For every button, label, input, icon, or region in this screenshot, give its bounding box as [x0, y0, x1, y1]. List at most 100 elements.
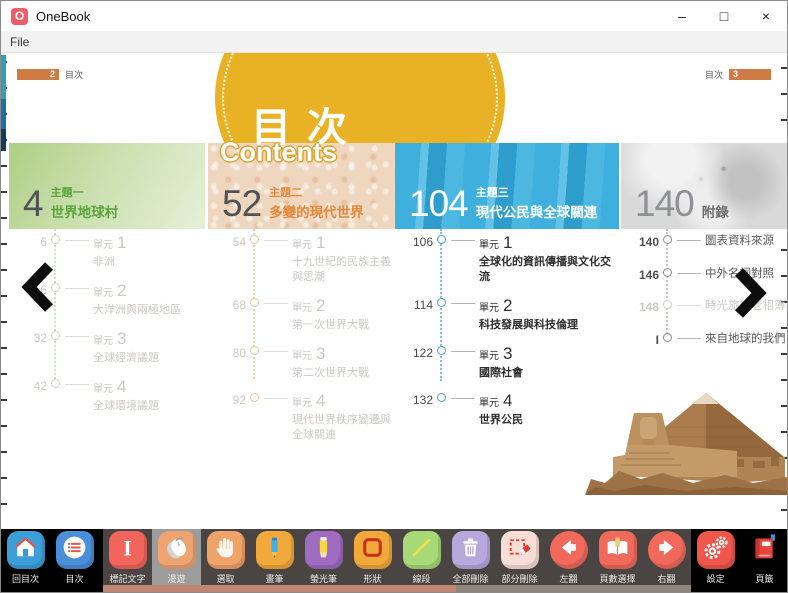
page-edge-tick — [1, 477, 7, 479]
page-edge-tick — [1, 295, 7, 297]
toc-unit-label: 單元 4 — [292, 391, 326, 411]
toc-entry-dot — [437, 297, 446, 307]
toc-entry-page: 148 — [638, 300, 659, 315]
app-logo-icon: O — [11, 7, 28, 25]
toc-entry-title: 非洲 — [93, 256, 115, 268]
toc-entry-dot — [51, 330, 60, 340]
toolbar-button-page-left[interactable]: 左翻 — [544, 529, 593, 585]
toc-section-header[interactable]: 104 主題三 現代公民與全球關連 — [395, 143, 619, 229]
toc-entry-connector — [451, 302, 475, 304]
page-edge-tick — [1, 451, 7, 453]
delete-all-icon — [456, 533, 485, 567]
toc-entry-title: 全球化的資訊傳播與文化交流 — [479, 256, 611, 283]
toc-section-header[interactable]: 140 附錄 — [621, 143, 787, 229]
toolbar-button-delete-part[interactable]: 部分刪除 — [495, 529, 544, 585]
toc-section-header[interactable]: 4 主題一 世界地球村 — [9, 143, 205, 229]
page-number-badge: 3 — [729, 69, 771, 80]
toc-unit-label: 單元 3 — [93, 328, 127, 348]
toc-unit-label: 單元 3 — [292, 343, 326, 363]
toolbar-button-home[interactable]: 回目次 — [1, 529, 50, 592]
toc-entry[interactable]: 114 單元 2 科技發展與科技倫理 — [395, 296, 619, 333]
section-page-number: 4 — [23, 183, 44, 224]
toolbar-button-label: 全部刪除 — [452, 574, 489, 584]
line-icon — [407, 533, 436, 567]
highlighter-icon — [309, 533, 338, 567]
toolbar-button-label: 選取 — [216, 574, 235, 584]
page-title-english: Contents — [220, 137, 337, 167]
page-edge-tick — [1, 347, 7, 349]
toc-entry-connector — [65, 287, 89, 289]
toc-entry-title: 第二次世界大戰 — [292, 366, 369, 379]
toc-entry[interactable]: 68 單元 2 第一次世界大戰 — [208, 296, 399, 333]
toolbar-button-toc[interactable]: 目次 — [50, 529, 99, 592]
toolbar-button-line[interactable]: 線段 — [397, 529, 446, 585]
toc-unit-label: 單元 3 — [479, 343, 513, 363]
toolbar-button-label: 頁籤 — [755, 574, 774, 584]
section-title: 世界地球村 — [50, 205, 119, 220]
toc-entry-dot — [250, 345, 259, 355]
toc-entry-title: 全球經濟議題 — [93, 351, 159, 364]
toc-entry[interactable]: 42 單元 4 全球環境議題 — [9, 377, 205, 414]
page-right-icon — [652, 533, 681, 567]
toc-entry-connector — [65, 335, 89, 337]
toc-entry-dot — [437, 235, 446, 244]
toc-entry-page: 106 — [412, 235, 433, 249]
toc-entry[interactable]: 106 單元 1 全球化的資訊傳播與文化交流 — [395, 233, 619, 285]
toolbar-button-mark-text[interactable]: I 標記文字 — [103, 529, 152, 585]
toolbar-button-highlighter[interactable]: 螢光筆 — [299, 529, 348, 585]
pen-icon — [260, 533, 289, 567]
toc-entry[interactable]: I 來自地球的我們 — [621, 331, 787, 348]
page-number-tab-left: 2 目次 — [17, 68, 83, 81]
toolbar-button-label: 回目次 — [11, 574, 39, 584]
toolbar-button-tabs[interactable]: 頁籤 — [740, 529, 787, 592]
toc-entry[interactable]: 54 單元 1 十九世紀的民族主義與思潮 — [208, 233, 399, 285]
maximize-button[interactable]: □ — [703, 1, 745, 31]
prev-page-arrow[interactable] — [21, 261, 55, 318]
toolbar-button-shape[interactable]: 形狀 — [348, 529, 397, 585]
page-edge-color-strip — [1, 99, 6, 129]
app-window: O OneBook – □ × File 2 目次 目次 3 目次 Conten… — [0, 0, 788, 593]
toolbar-button-roam[interactable]: 漫遊 — [152, 529, 201, 585]
close-button[interactable]: × — [745, 1, 787, 31]
toc-entry-title: 現代世界秩序變遷與全球關連 — [292, 414, 391, 442]
toc-entry-dot — [51, 235, 60, 244]
toc-entry[interactable]: 32 單元 3 全球經濟議題 — [9, 329, 205, 366]
toc-entry-page: 132 — [412, 393, 433, 408]
toc-entry-dot — [250, 393, 259, 403]
page-edge-tick — [781, 379, 787, 381]
toolbar-button-label: 設定 — [706, 574, 725, 584]
bottom-toolbar: 回目次 目次 I 標記文字 漫遊 選取 畫筆 螢光筆 形狀 線段 全部刪除 部分… — [1, 529, 787, 592]
toc-entry-connector — [677, 272, 701, 274]
toc-entry-page: 32 — [33, 330, 47, 345]
next-page-arrow[interactable] — [733, 267, 767, 324]
toc-entry-connector — [451, 240, 475, 241]
page-edge-tick — [781, 509, 787, 511]
toolbar-button-page-select[interactable]: 頁數選擇 — [593, 529, 642, 585]
toc-entry[interactable]: 80 單元 3 第二次世界大戰 — [208, 344, 399, 381]
toolbar-button-label: 頁數選擇 — [599, 574, 636, 584]
toolbar-button-select[interactable]: 選取 — [201, 529, 250, 585]
toc-entry-connector — [264, 240, 288, 241]
toc-entry-dot — [250, 235, 259, 244]
toc-unit-label: 單元 1 — [479, 233, 513, 252]
toc-entry-page: 146 — [638, 267, 659, 282]
toc-entry[interactable]: 122 單元 3 國際社會 — [395, 344, 619, 381]
toc-entry-dot — [663, 300, 672, 310]
minimize-button[interactable]: – — [661, 1, 703, 31]
toolbar-button-pen[interactable]: 畫筆 — [250, 529, 299, 585]
toc-entry[interactable]: 92 單元 4 現代世界秩序變遷與全球關連 — [208, 391, 399, 443]
toc-entry-dot — [663, 332, 672, 342]
toolbar-button-page-right[interactable]: 右翻 — [642, 529, 691, 585]
menu-bar: File — [1, 31, 787, 53]
menu-file[interactable]: File — [1, 35, 38, 49]
toolbar-button-settings[interactable]: 設定 — [691, 529, 740, 592]
page-edge-tick — [1, 243, 7, 245]
toolbar-button-label: 標記文字 — [109, 574, 146, 584]
toc-entry-dot — [663, 267, 672, 277]
page-edge-tick — [1, 503, 7, 505]
toolbar-button-delete-all[interactable]: 全部刪除 — [446, 529, 495, 585]
section-theme: 主題三 — [475, 187, 509, 199]
toc-unit-label: 單元 2 — [479, 295, 513, 315]
toc-column: 54 單元 1 十九世紀的民族主義與思潮 68 單元 2 第一次世界大戰 80 … — [208, 233, 399, 454]
toc-entry[interactable]: 140 圖表資料來源 — [621, 233, 787, 250]
